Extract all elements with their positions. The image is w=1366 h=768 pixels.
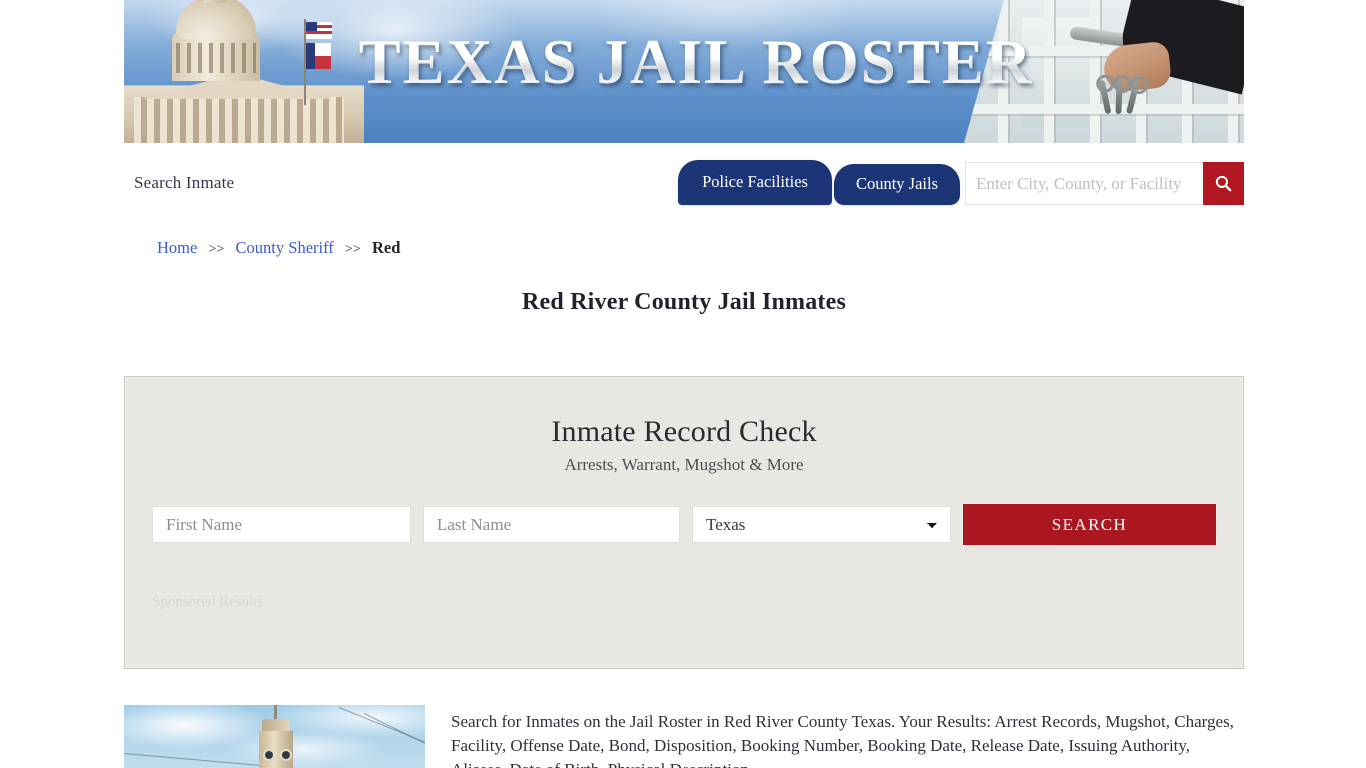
breadcrumb-item-current: Red bbox=[372, 238, 401, 257]
page-root: TEXAS JAIL ROSTER Search Inmate Police F… bbox=[0, 0, 1366, 768]
tab-police-facilities[interactable]: Police Facilities bbox=[678, 160, 832, 205]
breadcrumb-item-county-sheriff[interactable]: County Sheriff bbox=[236, 238, 334, 257]
inmate-search-form: Texas SEARCH bbox=[125, 504, 1243, 545]
breadcrumb-separator-1: >> bbox=[208, 242, 225, 257]
breadcrumb-separator-2: >> bbox=[344, 242, 361, 257]
header-search-input[interactable] bbox=[965, 162, 1203, 205]
capitol-columns bbox=[134, 97, 344, 143]
header-search-group bbox=[965, 162, 1244, 205]
power-line-2 bbox=[338, 707, 425, 753]
sponsored-results-label: Sponsored Results bbox=[152, 594, 264, 610]
search-button[interactable]: SEARCH bbox=[963, 504, 1216, 545]
clock-face-right bbox=[280, 749, 292, 761]
breadcrumb-item-home[interactable]: Home bbox=[157, 238, 197, 257]
clock-face-left bbox=[263, 749, 275, 761]
navigation-bar: Search Inmate Police Facilities County J… bbox=[124, 143, 1244, 213]
page-title: Red River County Jail Inmates bbox=[521, 289, 847, 315]
site-banner: TEXAS JAIL ROSTER bbox=[124, 0, 1244, 143]
capitol-lantern bbox=[204, 0, 226, 3]
content-section: Search for Inmates on the Jail Roster in… bbox=[124, 705, 1244, 768]
first-name-input[interactable] bbox=[152, 506, 411, 543]
state-select[interactable]: Texas bbox=[692, 506, 951, 543]
last-name-input[interactable] bbox=[423, 506, 680, 543]
brand-label: Search Inmate bbox=[134, 173, 235, 192]
inmate-record-check-panel: Inmate Record Check Arrests, Warrant, Mu… bbox=[124, 376, 1244, 669]
breadcrumb: Home >> County Sheriff >> Red bbox=[157, 238, 400, 258]
power-line-1 bbox=[124, 753, 274, 768]
search-icon bbox=[1215, 175, 1232, 192]
panel-subtitle: Arrests, Warrant, Mugshot & More bbox=[564, 455, 804, 474]
description-paragraph: Search for Inmates on the Jail Roster in… bbox=[451, 712, 1234, 768]
courthouse-thumbnail-image bbox=[124, 705, 425, 768]
header-search-button[interactable] bbox=[1203, 162, 1244, 205]
nav-tabs: Police Facilities County Jails bbox=[678, 160, 960, 205]
panel-title: Inmate Record Check bbox=[551, 415, 817, 448]
tab-county-jails[interactable]: County Jails bbox=[833, 164, 960, 205]
site-title: TEXAS JAIL ROSTER bbox=[124, 31, 1244, 94]
